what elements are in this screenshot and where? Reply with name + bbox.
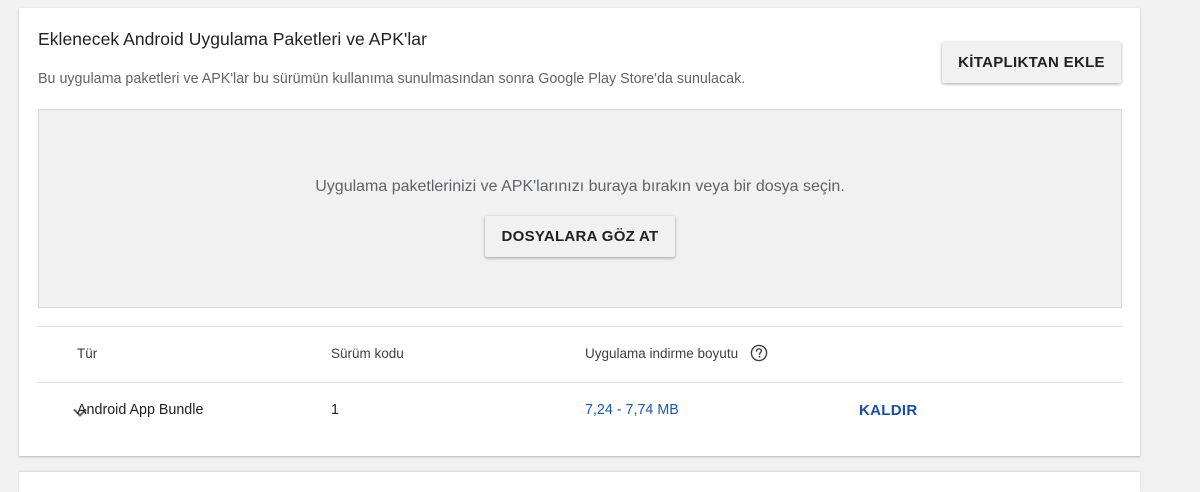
browse-files-button[interactable]: DOSYALARA GÖZ AT xyxy=(485,216,675,257)
column-header-type: Tür xyxy=(77,346,98,361)
remove-button[interactable]: KALDIR xyxy=(859,402,917,419)
artifacts-card: Eklenecek Android Uygulama Paketleri ve … xyxy=(19,8,1140,456)
row-type: Android App Bundle xyxy=(77,402,204,418)
column-header-version-code: Sürüm kodu xyxy=(331,346,404,361)
row-version-code: 1 xyxy=(331,402,339,418)
add-from-library-button[interactable]: KİTAPLIKTAN EKLE xyxy=(942,42,1121,83)
table-header-divider xyxy=(38,382,1122,383)
section-title: Eklenecek Android Uygulama Paketleri ve … xyxy=(38,29,427,49)
help-circle-icon[interactable] xyxy=(750,344,768,362)
next-card xyxy=(19,472,1140,492)
row-download-size: 7,24 - 7,74 MB xyxy=(585,402,679,418)
column-header-download-size: Uygulama indirme boyutu xyxy=(585,346,739,361)
dropzone-prompt: Uygulama paketlerinizi ve APK'larınızı b… xyxy=(315,178,845,195)
table-top-divider xyxy=(38,326,1122,327)
file-dropzone[interactable]: Uygulama paketlerinizi ve APK'larınızı b… xyxy=(38,109,1122,308)
section-subtitle: Bu uygulama paketleri ve APK'lar bu sürü… xyxy=(38,71,746,87)
